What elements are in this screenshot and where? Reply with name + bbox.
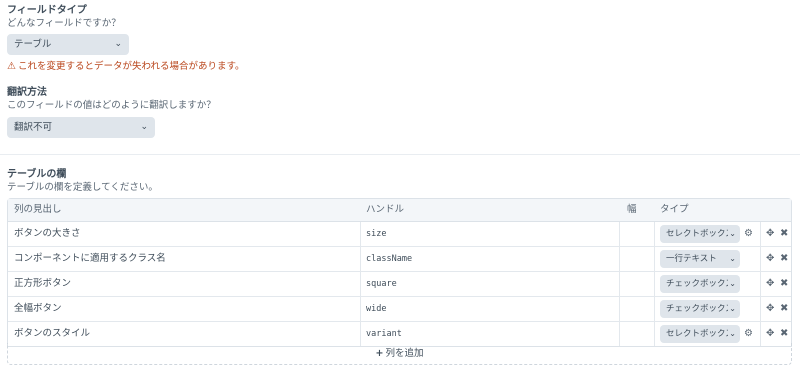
chevron-down-icon: ⌄ (728, 275, 736, 293)
column-type-value: 一行テキスト (666, 254, 717, 264)
field-type-warning: ⚠ これを変更するとデータが失われる場合があります。 (7, 60, 245, 73)
column-handle-cell[interactable]: className (366, 247, 412, 271)
field-type-select[interactable]: テーブル ⌄ (7, 34, 129, 55)
chevron-down-icon: ⌄ (728, 300, 736, 318)
delete-x-icon[interactable]: ✖ (780, 222, 788, 246)
column-handle-cell[interactable]: size (366, 222, 386, 246)
column-type-value: セレクトボックス (666, 329, 734, 339)
columns-table-header: 列の見出し ハンドル 幅 タイプ (8, 199, 791, 222)
cell-divider (654, 222, 655, 246)
column-handle-cell[interactable]: wide (366, 297, 386, 321)
column-heading-cell[interactable]: コンポーネントに適用するクラス名 (14, 247, 166, 271)
cell-divider (760, 247, 761, 271)
column-type-select[interactable]: セレクトボックス ⌄ (660, 325, 740, 343)
column-heading-cell[interactable]: 全幅ボタン (14, 297, 62, 321)
cell-divider (760, 297, 761, 321)
chevron-down-icon: ⌄ (114, 39, 122, 49)
warning-triangle-icon: ⚠ (7, 61, 16, 72)
cell-divider (654, 247, 655, 271)
cell-divider (360, 222, 361, 246)
table-columns-heading: テーブルの欄 (7, 169, 67, 180)
move-icon[interactable]: ✥ (766, 272, 774, 296)
chevron-down-icon: ⌄ (728, 250, 736, 268)
chevron-down-icon: ⌄ (140, 122, 148, 132)
move-icon[interactable]: ✥ (766, 297, 774, 321)
move-icon[interactable]: ✥ (766, 222, 774, 246)
column-type-select[interactable]: セレクトボックス ⌄ (660, 225, 740, 243)
column-type-select[interactable]: チェックボックス ⌄ (660, 300, 740, 318)
field-type-heading: フィールドタイプ (7, 5, 87, 16)
table-row: 正方形ボタン square チェックボックス ⌄ ✥ ✖ (8, 272, 791, 297)
translation-selected-value: 翻訳不可 (14, 122, 53, 133)
gear-icon[interactable]: ⚙ (744, 222, 753, 246)
column-width-cell[interactable] (620, 247, 654, 271)
cell-divider (654, 272, 655, 296)
column-width-cell[interactable] (620, 272, 654, 296)
column-width-cell[interactable] (620, 297, 654, 321)
delete-x-icon[interactable]: ✖ (780, 297, 788, 321)
column-header-type: タイプ (660, 204, 689, 215)
column-header-width: 幅 (627, 204, 637, 215)
column-heading-cell[interactable]: ボタンの大きさ (14, 222, 81, 246)
column-heading-cell[interactable]: 正方形ボタン (14, 272, 71, 296)
cell-divider (360, 272, 361, 296)
table-row: ボタンの大きさ size セレクトボックス ⌄ ⚙ ✥ ✖ (8, 222, 791, 247)
column-type-value: チェックボックス (666, 279, 734, 289)
cell-divider (760, 222, 761, 246)
cell-divider (654, 297, 655, 321)
column-handle-cell[interactable]: square (366, 272, 397, 296)
column-type-value: チェックボックス (666, 304, 734, 314)
columns-table: 列の見出し ハンドル 幅 タイプ ボタンの大きさ size セレクトボックス ⌄ ⚙ ✥ ✖… (7, 198, 792, 347)
delete-x-icon[interactable]: ✖ (780, 272, 788, 296)
columns-table-body: ボタンの大きさ size セレクトボックス ⌄ ⚙ ✥ ✖ コンポーネントに適用するクラス名 c… (8, 222, 791, 346)
table-columns-section: テーブルの欄 テーブルの欄を定義してください。 (7, 168, 158, 194)
add-column-label: 列を追加 (385, 348, 424, 359)
delete-x-icon[interactable]: ✖ (780, 247, 788, 271)
chevron-down-icon: ⌄ (728, 225, 736, 243)
column-type-select[interactable]: 一行テキスト ⌄ (660, 250, 740, 268)
chevron-down-icon: ⌄ (728, 325, 736, 343)
table-row: コンポーネントに適用するクラス名 className 一行テキスト ⌄ ✥ ✖ (8, 247, 791, 272)
column-header-heading: 列の見出し (14, 204, 62, 215)
field-type-instructions: どんなフィールドですか？ (7, 18, 121, 29)
column-type-select[interactable]: チェックボックス ⌄ (660, 275, 740, 293)
translation-method-select[interactable]: 翻訳不可 ⌄ (7, 117, 155, 138)
warning-text: これを変更するとデータが失われる場合があります。 (17, 61, 245, 72)
cell-divider (760, 272, 761, 296)
cell-divider (360, 247, 361, 271)
table-columns-instructions: テーブルの欄を定義してください。 (7, 182, 158, 193)
field-type-selected-value: テーブル (14, 39, 52, 50)
translation-instructions: このフィールドの値はどのように翻訳しますか？ (7, 100, 216, 111)
plus-icon: + (375, 348, 384, 359)
column-type-value: セレクトボックス (666, 229, 734, 239)
move-icon[interactable]: ✥ (766, 247, 774, 271)
translation-section: 翻訳方法 このフィールドの値はどのように翻訳しますか？ (7, 86, 216, 112)
column-header-handle: ハンドル (366, 204, 405, 215)
field-type-section: フィールドタイプ どんなフィールドですか？ (7, 4, 121, 30)
column-width-cell[interactable] (620, 222, 654, 246)
section-divider (0, 154, 800, 155)
table-row: 全幅ボタン wide チェックボックス ⌄ ✥ ✖ (8, 297, 791, 322)
add-column-button[interactable]: + 列を追加 (7, 343, 792, 365)
cell-divider (360, 297, 361, 321)
translation-heading: 翻訳方法 (7, 87, 47, 98)
